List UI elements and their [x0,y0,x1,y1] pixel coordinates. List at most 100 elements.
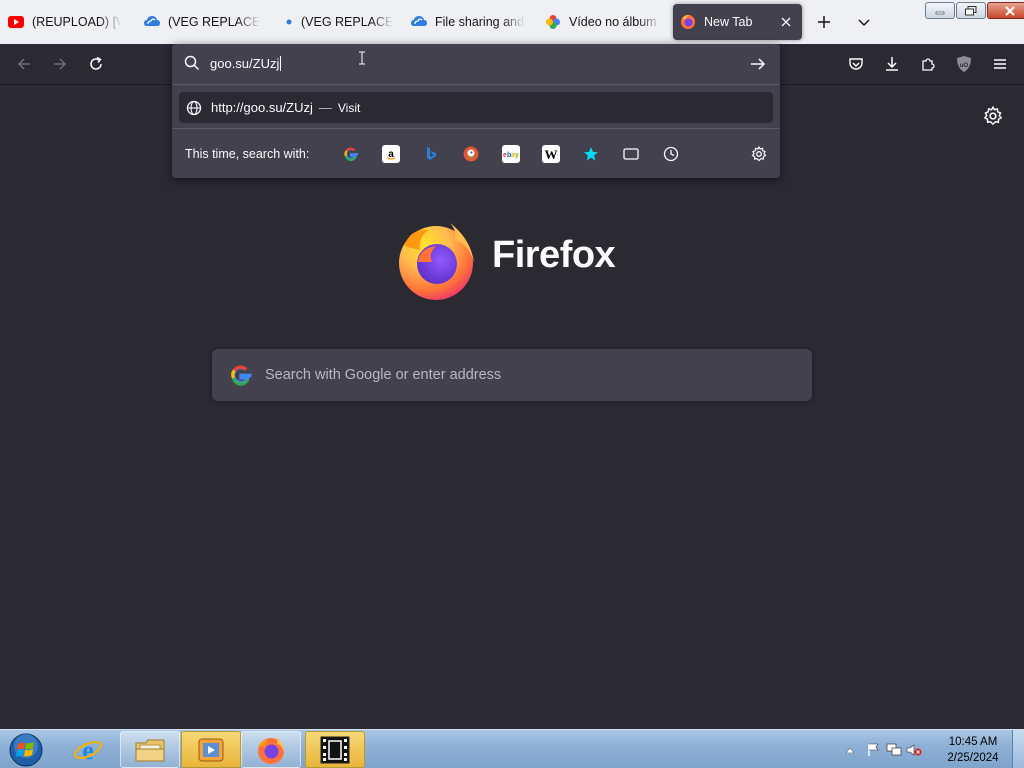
bookmarks-star-icon[interactable] [582,145,600,163]
chevron-down-icon [858,19,870,27]
google-photos-icon [545,14,561,30]
ublock-shield-icon: uO [957,56,971,72]
new-tab-button[interactable] [812,10,836,34]
tab-strip: (REUPLOAD) [VE (VEG REPLACE)[R (VEG REPL… [0,0,1024,44]
search-placeholder: Search with Google or enter address [265,367,502,383]
search-icon [184,55,200,75]
list-all-tabs-button[interactable] [852,10,876,34]
taskbar-clock[interactable]: 10:45 AM 2/25/2024 [938,734,1008,766]
tab-new-tab-active[interactable]: New Tab [673,4,802,40]
google-logo-icon [229,363,253,391]
taskbar-internet-explorer[interactable]: e [58,731,118,768]
taskbar-video-editor[interactable] [305,731,365,768]
svg-text:W: W [545,147,558,161]
tab-3[interactable]: (VEG REPLACE)[K [285,4,393,40]
tab-title: New Tab [704,15,753,29]
address-input-value: goo.su/ZUzj [210,56,280,71]
firefox-wordmark: Firefox [492,234,616,276]
close-window-button[interactable] [987,2,1024,19]
suggestion-action: Visit [337,100,361,115]
svg-text:e: e [82,736,94,765]
forward-button[interactable] [50,54,70,74]
window-controls [925,2,1024,19]
network-icon[interactable] [884,743,904,757]
duckduckgo-engine-icon[interactable] [462,145,480,163]
globe-icon [186,100,202,116]
firefox-icon [680,14,696,30]
one-off-label: This time, search with: [185,147,310,161]
downloads-button[interactable] [882,54,902,74]
tab-dot-icon [285,14,293,30]
film-strip-icon [320,736,350,763]
ebay-engine-icon[interactable]: ebay [502,145,520,163]
tab-2[interactable]: (VEG REPLACE)[R [144,4,260,40]
hamburger-menu-icon [994,59,1006,69]
tab-5[interactable]: Vídeo no álbum E [545,4,661,40]
urlbar-dropdown: goo.su/ZUzj http://goo.su/ZUzj — Visit T… [172,44,780,178]
gdrive-cloud-icon [144,14,160,30]
tab-title: (VEG REPLACE)[K [301,15,393,29]
divider [172,84,780,85]
tab-title: (VEG REPLACE)[R [168,15,260,29]
forward-arrow-icon [54,58,67,70]
show-hidden-icons-arrow-icon[interactable] [842,747,858,753]
ublock-origin-button[interactable]: uO [954,54,974,74]
reload-icon [90,56,102,70]
tab-title: Vídeo no álbum E [569,15,661,29]
back-arrow-icon [17,58,30,70]
youtube-icon [8,14,24,30]
text-cursor [280,56,282,71]
google-engine-icon[interactable] [342,145,360,163]
pocket-icon [849,58,863,70]
windows-taskbar: e 10:45 AM 2/25/2024 [0,729,1024,768]
i-beam-cursor-icon [358,50,366,69]
close-tab-icon[interactable] [778,14,794,30]
tab-title: File sharing and s [435,15,525,29]
taskbar-file-explorer[interactable] [120,731,180,768]
suggestion-visit-row[interactable]: http://goo.su/ZUzj — Visit [179,92,773,123]
restore-button[interactable] [956,2,986,19]
search-settings-gear-icon[interactable] [750,145,768,163]
system-tray [842,730,924,768]
suggestion-url: http://goo.su/ZUzj [211,100,313,115]
firefox-logo-icon [396,218,480,306]
puzzle-icon [922,58,935,71]
app-menu-button[interactable] [990,54,1010,74]
volume-muted-icon[interactable] [904,743,924,757]
bing-engine-icon[interactable] [422,145,440,163]
amazon-engine-icon[interactable]: a [382,145,400,163]
gdrive-cloud-icon [411,14,427,30]
folder-icon [135,739,165,761]
media-player-icon [198,738,224,761]
suggestion-separator: — [318,100,332,115]
wikipedia-engine-icon[interactable]: W [542,145,560,163]
extensions-button[interactable] [918,54,938,74]
address-input[interactable]: goo.su/ZUzj [210,56,282,71]
internet-explorer-icon: e [74,736,102,765]
start-button[interactable] [6,732,46,768]
firefox-brand: Firefox [396,218,636,302]
tabs-icon[interactable] [622,145,640,163]
download-icon [886,57,898,71]
svg-text:uO: uO [960,63,969,69]
minimize-button[interactable] [925,2,955,19]
history-clock-icon[interactable] [662,145,680,163]
clock-time: 10:45 AM [948,736,998,748]
back-button[interactable] [14,54,34,74]
action-center-flag-icon[interactable] [864,743,884,757]
windows-orb-icon [9,733,43,767]
taskbar-firefox[interactable] [241,731,301,768]
plus-icon [818,16,830,28]
personalize-gear-icon[interactable] [983,105,1003,126]
taskbar-media-player[interactable] [181,731,241,768]
newtab-search-box[interactable]: Search with Google or enter address [212,349,812,401]
pocket-button[interactable] [846,54,866,74]
show-desktop-button[interactable] [1012,730,1024,768]
one-off-search-bar: This time, search with: a ebay W [172,128,780,178]
clock-date: 2/25/2024 [947,752,999,764]
tab-title: (REUPLOAD) [VE [32,15,122,29]
tab-1[interactable]: (REUPLOAD) [VE [8,4,122,40]
tab-4[interactable]: File sharing and s [411,4,525,40]
reload-button[interactable] [86,54,106,74]
go-arrow-icon[interactable] [750,56,766,75]
